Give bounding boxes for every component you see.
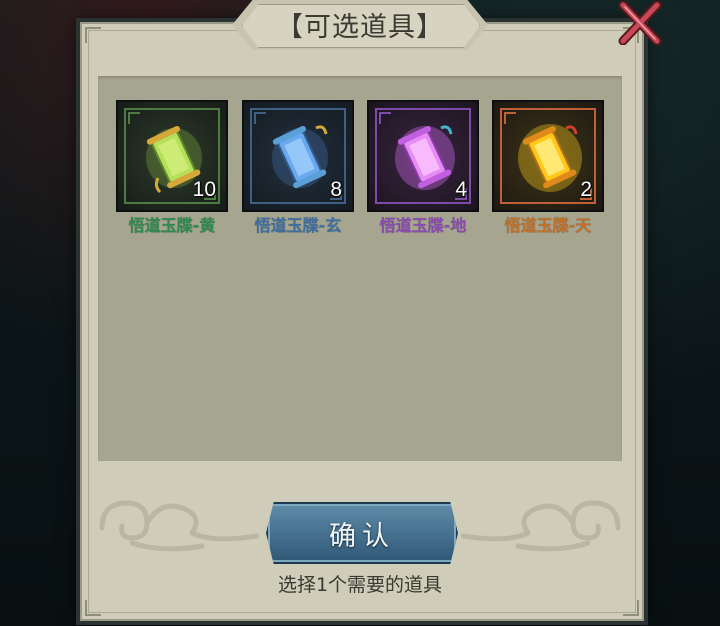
item-frame: 10 bbox=[116, 100, 228, 212]
corner-ornament bbox=[85, 27, 101, 43]
confirm-button[interactable]: 确认 bbox=[266, 502, 458, 564]
item-count: 10 bbox=[192, 178, 216, 201]
jade-scroll-icon bbox=[272, 125, 328, 189]
item-frame: 2 bbox=[492, 100, 604, 212]
item-slot-di[interactable]: 4 悟道玉牒-地 bbox=[367, 100, 479, 238]
item-name: 悟道玉牒-天 bbox=[504, 216, 592, 235]
item-slot-tian[interactable]: 2 悟道玉牒-天 bbox=[492, 100, 604, 238]
item-slot-huang[interactable]: 10 悟道玉牒-黄 bbox=[116, 100, 228, 238]
dialog-title: 【可选道具】 bbox=[276, 11, 444, 43]
item-frame: 8 bbox=[242, 100, 354, 212]
item-count: 2 bbox=[580, 178, 592, 201]
item-slot-xuan[interactable]: 8 悟道玉牒-玄 bbox=[242, 100, 354, 238]
selection-hint: 选择1个需要的道具 bbox=[277, 574, 443, 596]
jade-scroll-icon bbox=[518, 124, 582, 192]
close-icon bbox=[618, 1, 662, 45]
confirm-button-label: 确认 bbox=[329, 520, 395, 552]
item-frame: 4 bbox=[367, 100, 479, 212]
cloud-ornament-left bbox=[99, 500, 260, 552]
corner-ornament bbox=[85, 600, 101, 616]
corner-ornament bbox=[623, 600, 639, 616]
close-button[interactable] bbox=[612, 0, 668, 46]
item-count: 8 bbox=[330, 178, 342, 201]
item-count: 4 bbox=[455, 178, 467, 201]
item-name: 悟道玉牒-玄 bbox=[254, 216, 342, 235]
cloud-ornament-right bbox=[460, 500, 621, 552]
item-name: 悟道玉牒-黄 bbox=[128, 216, 216, 235]
item-name: 悟道玉牒-地 bbox=[379, 216, 467, 235]
jade-scroll-icon bbox=[395, 125, 455, 190]
